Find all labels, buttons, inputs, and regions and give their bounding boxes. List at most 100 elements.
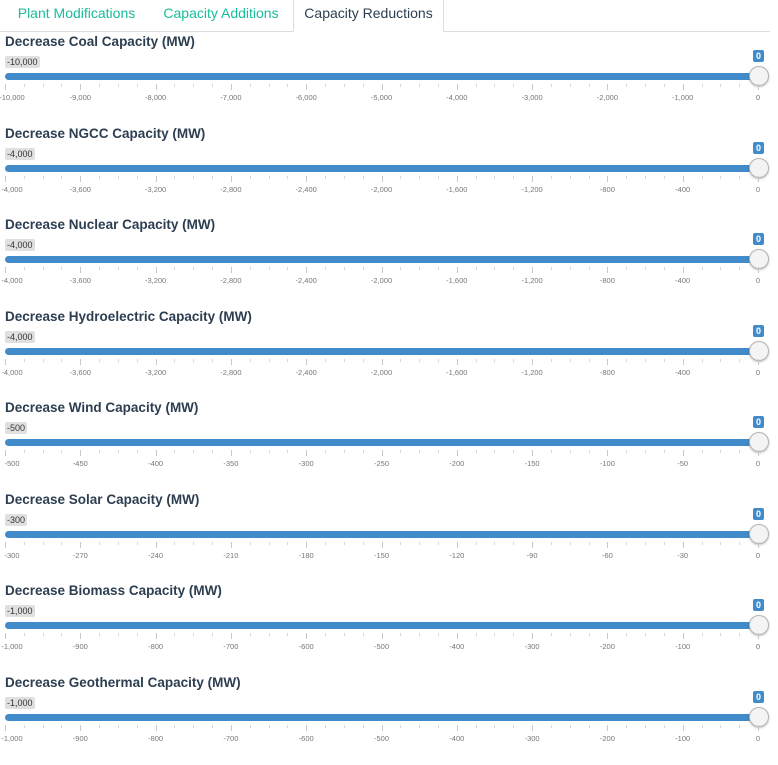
- minor-tick: [99, 84, 101, 87]
- major-tick: [381, 725, 383, 731]
- minor-tick: [42, 176, 44, 179]
- tab-capacity-reductions[interactable]: Capacity Reductions: [293, 0, 444, 32]
- slider-label: Decrease NGCC Capacity (MW): [5, 126, 206, 141]
- slider-min-label: -500: [5, 422, 28, 434]
- minor-tick: [99, 176, 101, 179]
- minor-tick: [569, 359, 571, 362]
- tab-capacity-additions[interactable]: Capacity Additions: [150, 0, 292, 31]
- minor-tick: [23, 359, 25, 362]
- minor-tick: [136, 725, 138, 728]
- major-tick: [155, 267, 157, 273]
- slider-track[interactable]: [5, 531, 758, 538]
- tick-label: -120: [449, 551, 465, 560]
- minor-tick: [136, 633, 138, 636]
- major-tick: [682, 176, 684, 182]
- major-tick: [758, 267, 759, 273]
- minor-tick: [494, 542, 496, 545]
- tick-label: -3,200: [144, 276, 167, 285]
- minor-tick: [136, 450, 138, 453]
- minor-tick: [42, 633, 44, 636]
- minor-tick: [663, 450, 665, 453]
- minor-tick: [212, 84, 214, 87]
- major-tick: [682, 725, 684, 731]
- slider-min-label: -10,000: [5, 56, 40, 68]
- major-tick: [5, 84, 6, 90]
- slider-handle[interactable]: [749, 341, 769, 361]
- minor-tick: [588, 84, 590, 87]
- minor-tick: [343, 725, 345, 728]
- slider-handle[interactable]: [749, 615, 769, 635]
- major-tick: [230, 359, 232, 365]
- minor-tick: [343, 450, 345, 453]
- slider-track[interactable]: [5, 439, 758, 446]
- minor-tick: [193, 725, 195, 728]
- slider-handle[interactable]: [749, 524, 769, 544]
- tick-label: -1,200: [521, 368, 543, 377]
- slider-track[interactable]: [5, 622, 758, 629]
- minor-tick: [701, 176, 703, 179]
- minor-tick: [249, 542, 251, 545]
- tab-bar: Plant Modifications Capacity Additions C…: [0, 0, 770, 32]
- tick-label: -90: [526, 551, 538, 560]
- tick-label: -250: [373, 459, 390, 468]
- minor-tick: [362, 725, 364, 728]
- minor-tick: [325, 725, 327, 728]
- major-tick: [682, 450, 684, 456]
- minor-tick: [513, 176, 515, 179]
- minor-tick: [645, 359, 647, 362]
- minor-tick: [437, 267, 439, 270]
- slider-handle[interactable]: [749, 66, 769, 86]
- minor-tick: [287, 176, 289, 179]
- minor-tick: [588, 450, 590, 453]
- major-tick: [155, 542, 157, 548]
- minor-tick: [720, 176, 722, 179]
- tick-label: -700: [223, 734, 239, 743]
- tick-label: -7,000: [220, 93, 242, 102]
- tick-label: -3,200: [144, 185, 167, 194]
- minor-tick: [475, 542, 477, 545]
- tick-label: -2,000: [596, 93, 619, 102]
- slider-handle[interactable]: [749, 249, 769, 269]
- major-tick: [306, 84, 308, 90]
- minor-tick: [701, 633, 703, 636]
- slider-track[interactable]: [5, 348, 758, 355]
- tick-label: -3,600: [69, 276, 91, 285]
- major-tick: [758, 450, 759, 456]
- tick-label: -800: [599, 276, 615, 285]
- slider-track[interactable]: [5, 714, 758, 721]
- slider-track[interactable]: [5, 165, 758, 172]
- minor-tick: [362, 359, 364, 362]
- minor-tick: [287, 267, 289, 270]
- major-tick: [5, 450, 6, 456]
- minor-tick: [400, 633, 402, 636]
- slider-value-label: 0: [753, 416, 765, 428]
- tab-plant-modifications[interactable]: Plant Modifications: [5, 0, 148, 31]
- major-tick: [607, 84, 609, 90]
- minor-tick: [99, 267, 101, 270]
- minor-tick: [362, 84, 364, 87]
- minor-tick: [645, 84, 647, 87]
- slider-handle[interactable]: [749, 432, 769, 452]
- minor-tick: [494, 176, 496, 179]
- minor-tick: [117, 725, 119, 728]
- slider-value-label: 0: [753, 508, 765, 520]
- slider-track[interactable]: [5, 73, 758, 80]
- slider-handle[interactable]: [749, 158, 769, 178]
- major-tick: [456, 633, 458, 639]
- tick-label: -500: [373, 734, 390, 743]
- minor-tick: [249, 359, 251, 362]
- minor-tick: [362, 450, 364, 453]
- minor-tick: [268, 267, 270, 270]
- major-tick: [230, 725, 232, 731]
- major-tick: [456, 267, 458, 273]
- minor-tick: [249, 267, 251, 270]
- major-tick: [607, 176, 609, 182]
- slider-track[interactable]: [5, 256, 758, 263]
- slider-value-label: 0: [753, 233, 765, 245]
- slider-min-label: -4,000: [5, 331, 35, 343]
- slider-group: Decrease Biomass Capacity (MW) -1,000 0 -1,…: [0, 583, 778, 673]
- minor-tick: [325, 633, 327, 636]
- minor-tick: [136, 84, 138, 87]
- slider-group: Decrease NGCC Capacity (MW) -4,000 0 -4,000…: [0, 126, 778, 216]
- slider-handle[interactable]: [749, 707, 769, 727]
